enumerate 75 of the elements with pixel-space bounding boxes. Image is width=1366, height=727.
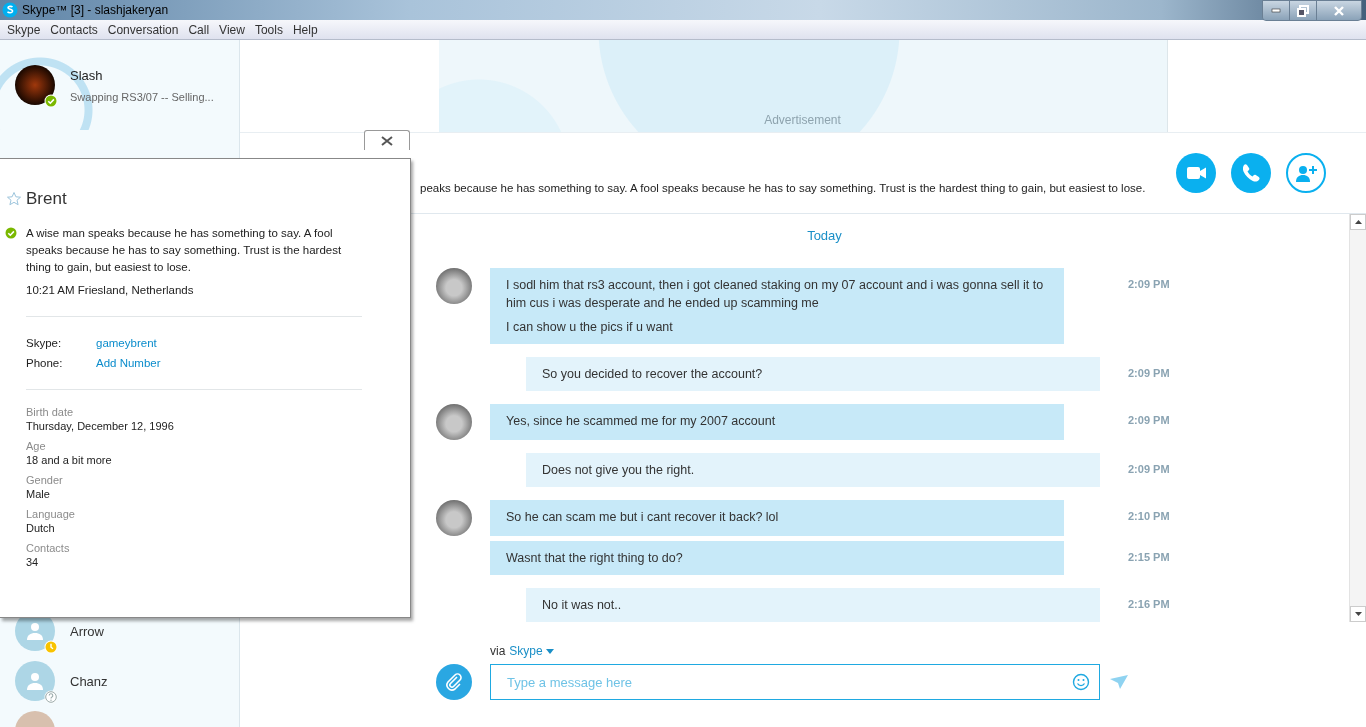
video-call-button[interactable]	[1176, 153, 1216, 193]
field-value: 34	[26, 556, 40, 568]
field-label: Language	[26, 508, 76, 520]
field-label: Age	[26, 440, 47, 452]
account-link[interactable]: Add Number	[96, 357, 362, 369]
contact-name[interactable]: Chanz	[70, 673, 108, 689]
message-time: 2:16 PM	[1128, 597, 1171, 612]
close-button[interactable]	[364, 130, 410, 150]
message-text: Does not give you the right.	[542, 462, 696, 479]
field-label: Contacts	[26, 542, 71, 554]
message-time: 2:10 PM	[1128, 509, 1171, 524]
menu-item[interactable]: Conversation	[102, 22, 184, 37]
field-value: Male	[26, 488, 51, 500]
field-label: Phone:	[26, 357, 64, 369]
attach-button[interactable]	[436, 664, 472, 700]
account-link[interactable]: gameybrent	[96, 337, 362, 349]
via-label: via	[490, 644, 506, 658]
skype-logo-icon	[2, 2, 18, 18]
field-label: Birth date	[26, 406, 75, 418]
minimize-icon	[1271, 8, 1281, 13]
scrollbar[interactable]	[1349, 214, 1366, 622]
call-button[interactable]	[1231, 153, 1271, 193]
caret-icon	[545, 648, 554, 654]
message-text: I sodl him that rs3 account, then i got cleaned staking on my 07 account and i was gonna sell it to him cus i was desperate and he ended up scamming me	[506, 277, 1045, 312]
video-camera-icon	[1186, 166, 1206, 180]
profile-name: Slash	[70, 67, 104, 83]
restore-icon	[1297, 4, 1309, 17]
send-icon[interactable]	[1110, 675, 1128, 689]
message-text: So he can scam me but i cant recover it back? lol	[506, 509, 780, 526]
close-icon	[381, 135, 393, 146]
message-time: 2:09 PM	[1128, 413, 1171, 428]
message-time: 2:09 PM	[1128, 366, 1171, 381]
message-time: 2:15 PM	[1128, 550, 1171, 565]
field-label: Gender	[26, 474, 64, 486]
field-label: Skype:	[26, 337, 63, 349]
field-value: Thursday, December 12, 1996	[26, 420, 175, 432]
close-icon	[1333, 4, 1345, 17]
avatar	[15, 65, 55, 105]
message-text: I can show u the pics if u want	[506, 319, 674, 336]
emoji-icon	[1072, 673, 1090, 691]
message-time: 2:09 PM	[1128, 462, 1171, 477]
local-time: 10:21 AM Friesland, Netherlands	[26, 284, 195, 296]
menu-item[interactable]: View	[214, 22, 250, 37]
mood-message: peaks because he has something to say. A fool speaks because he has to say something. Trust is the hardest thing to gain, but easiest to lose.	[420, 182, 1147, 194]
up-arrow-icon	[1354, 220, 1362, 224]
service-selector[interactable]: Skype	[509, 644, 554, 658]
add-contact-button[interactable]	[1286, 153, 1326, 193]
phone-icon	[1242, 164, 1260, 182]
menu-item[interactable]: Tools	[249, 22, 288, 37]
person-icon	[25, 621, 45, 641]
menu-item[interactable]: Skype	[2, 22, 46, 37]
advertisement-label: Advertisement	[764, 113, 841, 127]
day-label: Today	[807, 228, 842, 243]
message-text: So you decided to recover the account?	[542, 366, 764, 383]
paperclip-icon	[444, 672, 464, 692]
menu-item[interactable]: Help	[287, 22, 323, 37]
mood-message: Swapping RS3/07 -- Selling...	[70, 90, 214, 103]
message-time: 2:09 PM	[1128, 277, 1171, 292]
field-value: 18 and a bit more	[26, 454, 113, 466]
person-icon	[25, 671, 45, 691]
contact-name: Brent	[26, 189, 67, 209]
contact-name[interactable]: Arrow	[70, 623, 104, 639]
field-value: Dutch	[26, 522, 56, 534]
menu-item[interactable]: Call	[183, 22, 215, 37]
window-title: Skype™ [3] - slashjakeryan	[22, 3, 170, 17]
message-text: Yes, since he scammed me for my 2007 account	[506, 413, 777, 430]
menu-item[interactable]: Contacts	[45, 22, 103, 37]
mood-message: A wise man speaks because he has something to say. A fool speaks because he has to say something. Trust is the hardest thing to gain, but easiest to lose.	[26, 226, 343, 275]
add-person-icon	[1295, 164, 1317, 182]
star-icon[interactable]	[6, 191, 22, 207]
message-text: Wasnt that the right thing to do?	[506, 550, 684, 567]
down-arrow-icon	[1354, 612, 1362, 616]
restore-button[interactable]	[1290, 1, 1317, 20]
message-text: No it was not..	[542, 597, 623, 614]
message-input[interactable]: Type a message here	[490, 664, 1100, 700]
